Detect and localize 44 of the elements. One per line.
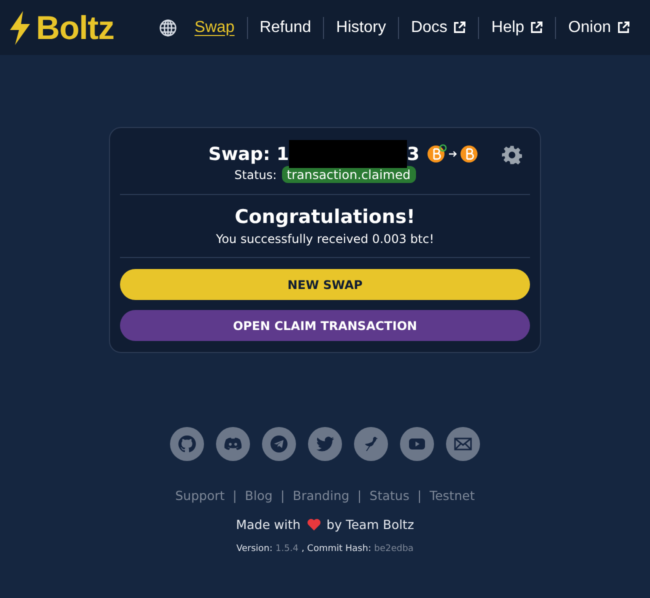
link-separator: | <box>280 488 285 503</box>
discord-icon[interactable] <box>216 427 250 461</box>
external-link-icon <box>453 21 466 34</box>
link-separator: | <box>417 488 422 503</box>
email-icon[interactable] <box>446 427 480 461</box>
success-heading: Congratulations! <box>234 206 416 228</box>
footer-link[interactable]: Testnet <box>430 488 475 503</box>
status-label: Status: <box>234 168 277 182</box>
external-link-icon <box>530 21 544 34</box>
nav-link[interactable]: Refund <box>248 18 324 36</box>
lightning-bolt-icon <box>8 10 32 44</box>
commit-hash-link[interactable]: be2edba <box>374 544 414 554</box>
nav-link[interactable]: Onion <box>556 18 642 36</box>
globe-icon[interactable] <box>158 18 177 36</box>
github-icon[interactable] <box>170 427 204 461</box>
nostr-icon[interactable] <box>354 427 388 461</box>
nav-link[interactable]: Swap <box>190 18 247 36</box>
telegram-icon[interactable] <box>262 427 296 461</box>
nav-link[interactable]: Help <box>479 18 556 36</box>
footer-link[interactable]: Branding <box>292 488 350 503</box>
link-separator: | <box>232 488 237 503</box>
status-badge: transaction.claimed <box>282 166 416 183</box>
settings-icon[interactable] <box>502 145 522 165</box>
nav-link[interactable]: Docs <box>398 18 478 36</box>
footer-link[interactable]: Status <box>370 488 410 503</box>
version-link[interactable]: 1.5.4 <box>276 544 298 554</box>
twitter-icon[interactable] <box>308 427 342 461</box>
team-text: by Team Boltz <box>326 517 414 532</box>
nav-link[interactable]: History <box>324 18 398 36</box>
youtube-icon[interactable] <box>400 427 434 461</box>
swap-title: Swap: 1 <box>208 144 290 164</box>
swap-title: 3 <box>407 144 420 164</box>
heart-icon <box>306 518 321 531</box>
made-with-text: Made with <box>236 517 301 532</box>
hash-label: , Commit Hash: <box>301 544 372 554</box>
logo-text[interactable]: Boltz <box>36 8 114 46</box>
version-label: Version: <box>236 544 273 554</box>
success-message: You successfully received 0.003 btc! <box>214 232 436 246</box>
external-link-icon <box>617 21 630 34</box>
link-separator: | <box>357 488 362 503</box>
claim-transaction-button[interactable]: OPEN CLAIM TRANSACTION <box>120 310 530 341</box>
new-swap-button[interactable]: NEW SWAP <box>120 269 530 300</box>
footer-link[interactable]: Support <box>175 488 225 503</box>
footer-link[interactable]: Blog <box>244 488 273 503</box>
